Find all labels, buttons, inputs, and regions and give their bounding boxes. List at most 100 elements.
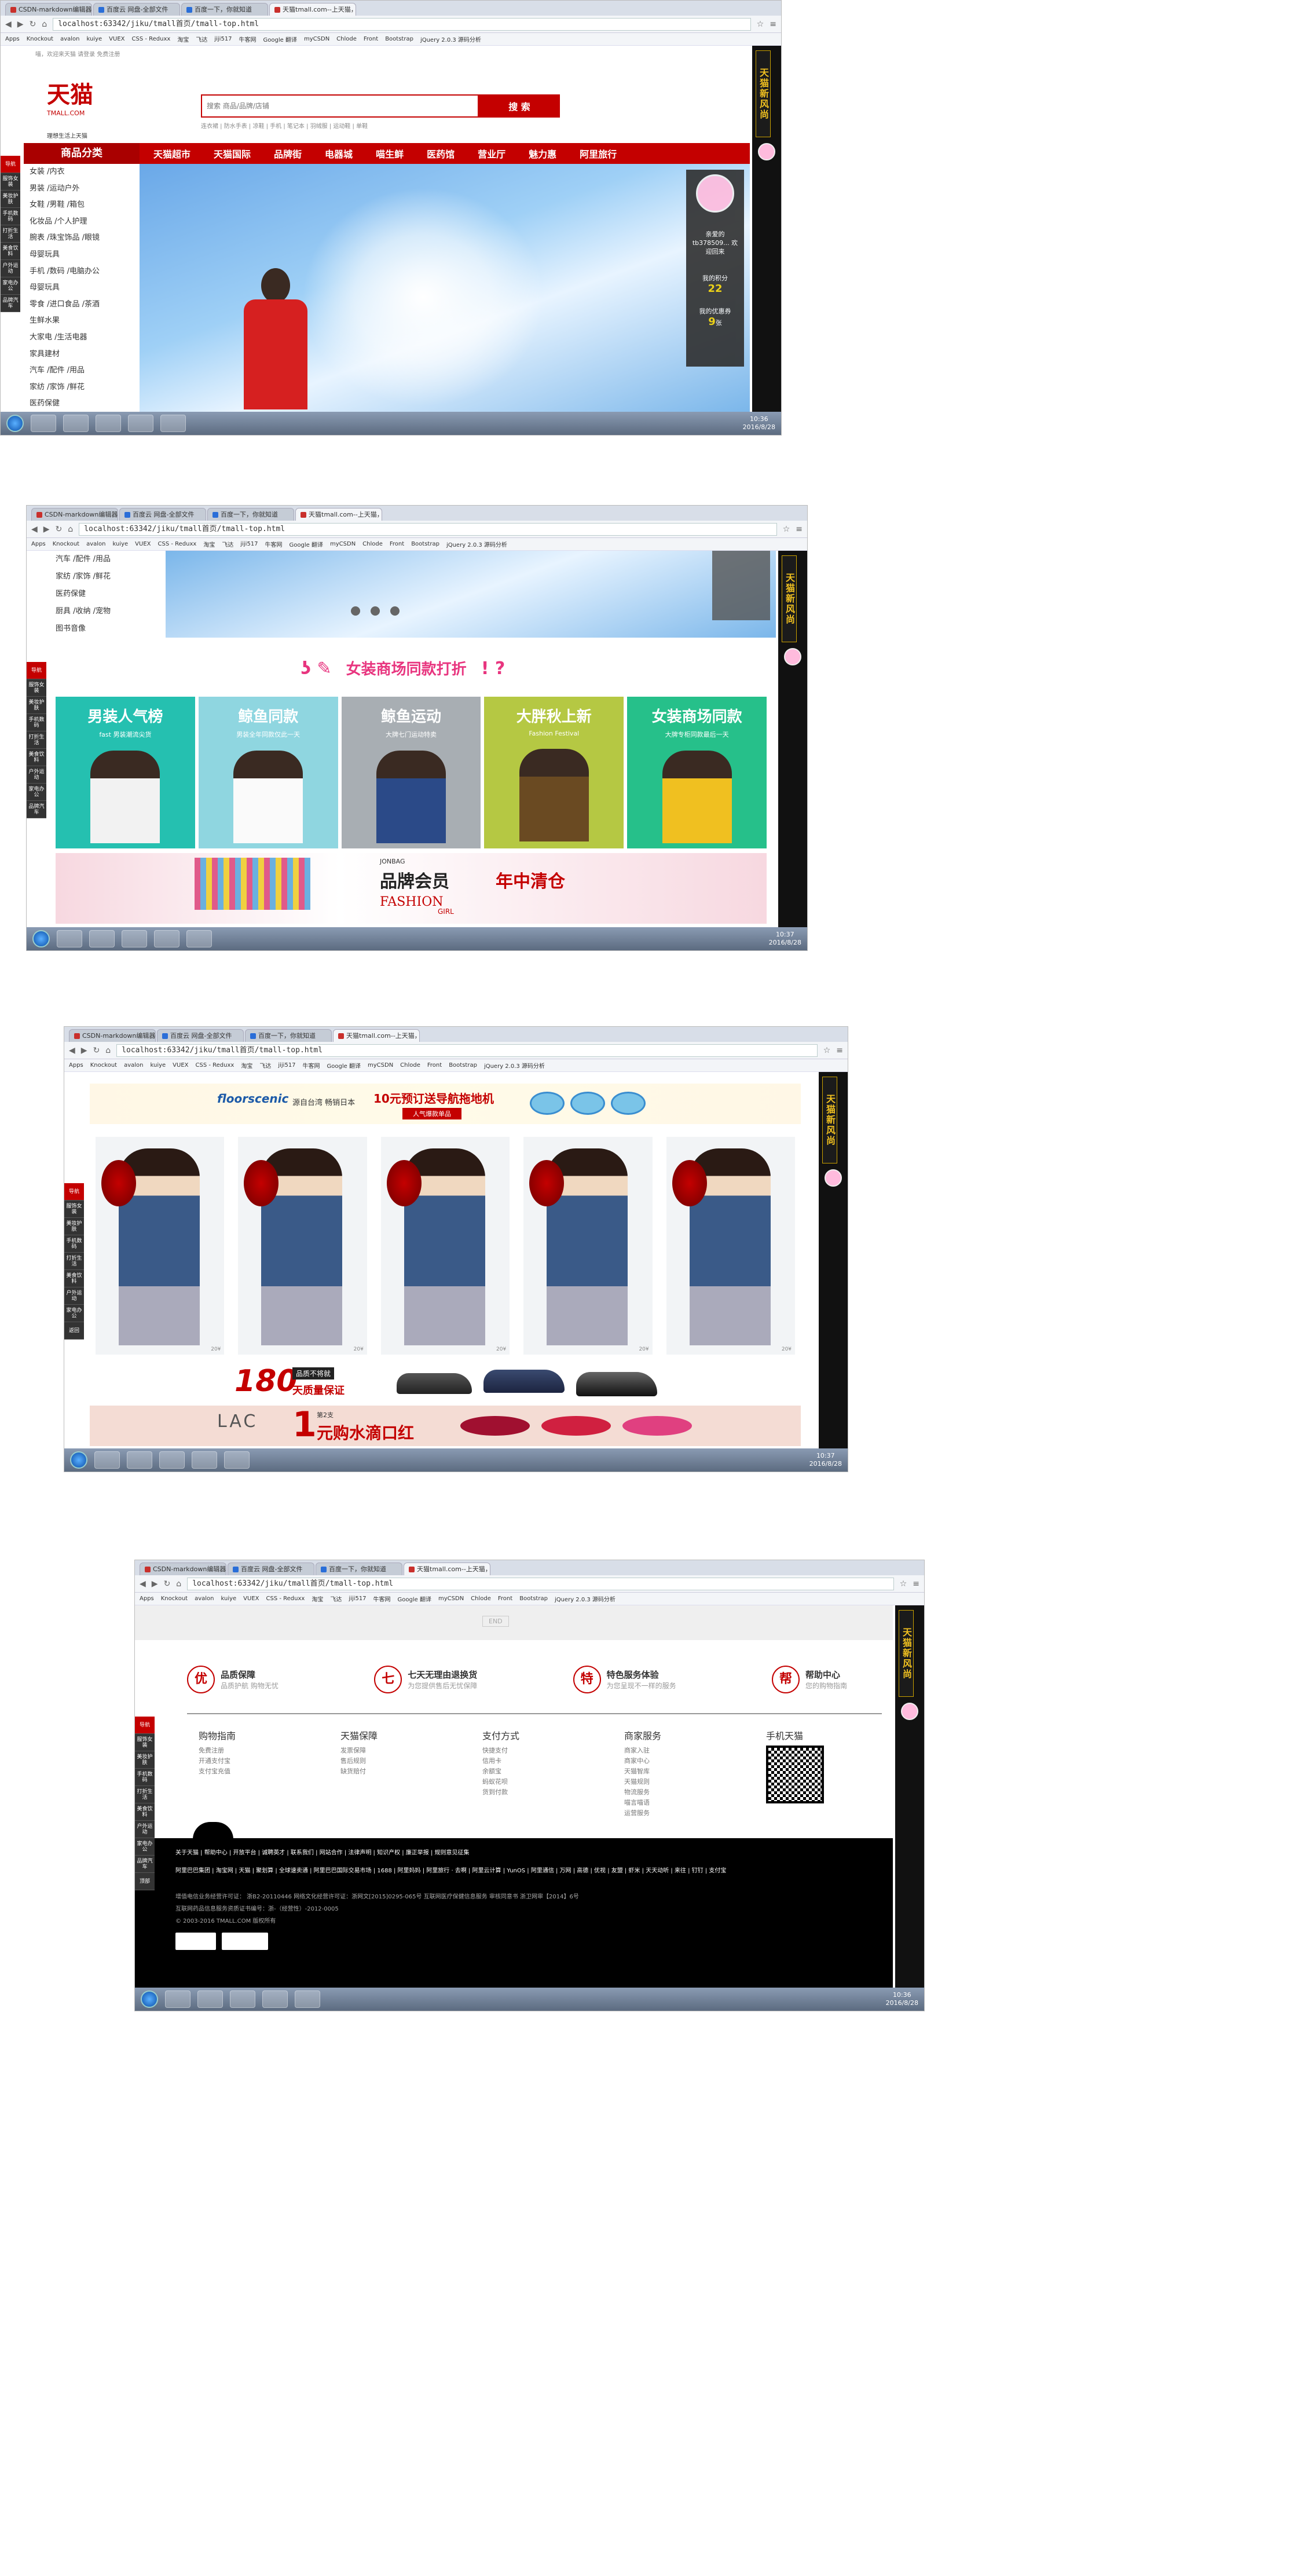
taskbar-app-icon[interactable]: [159, 1451, 185, 1469]
nav-link[interactable]: 天猫国际: [214, 147, 251, 160]
bookmark[interactable]: avalon: [195, 1596, 214, 1602]
category-item[interactable]: 汽车 /配件 /用品: [50, 551, 166, 568]
floor-nav-item[interactable]: 美妆护肤: [135, 1751, 155, 1769]
nav-link[interactable]: 营业厅: [478, 147, 505, 160]
category-item[interactable]: 化妆品 /个人护理: [24, 214, 140, 230]
taskbar-app-icon[interactable]: [96, 415, 121, 432]
bookmark[interactable]: Google 翻译: [290, 540, 323, 548]
bookmark[interactable]: Chlode: [362, 541, 383, 547]
taskbar-app-icon[interactable]: [224, 1451, 250, 1469]
floor-nav-item[interactable]: 导航: [135, 1717, 155, 1734]
back-icon[interactable]: ◀: [140, 1579, 146, 1589]
forward-icon[interactable]: ▶: [43, 525, 50, 534]
floor-nav-item[interactable]: 美食饮料: [135, 1803, 155, 1821]
browser-tab-active[interactable]: 天猫tmall.com--上天猫，: [404, 1563, 490, 1575]
taskbar-app-icon[interactable]: [192, 1451, 217, 1469]
floor-nav-item[interactable]: 户外运动: [27, 766, 46, 784]
product-card[interactable]: 20¥: [380, 1137, 510, 1355]
nav-link[interactable]: 品牌街: [274, 147, 302, 160]
footer-link[interactable]: 余额宝: [482, 1766, 572, 1777]
bookmark[interactable]: jiji517: [278, 1062, 295, 1069]
footer-link[interactable]: 商家入驻: [624, 1746, 714, 1756]
bookmark[interactable]: jQuery 2.0.3 源码分析: [484, 1061, 545, 1070]
back-icon[interactable]: ◀: [69, 1046, 75, 1055]
star-icon[interactable]: ☆: [823, 1046, 831, 1055]
bookmark[interactable]: VUEX: [109, 36, 124, 42]
browser-tab[interactable]: 百度云 网盘-全部文件: [157, 1029, 244, 1042]
floor-nav-item[interactable]: 户外运动: [135, 1821, 155, 1838]
nav-link[interactable]: 电器城: [325, 147, 353, 160]
menu-icon[interactable]: ≡: [913, 1579, 919, 1589]
bookmark[interactable]: Front: [390, 541, 404, 547]
category-item[interactable]: 图书音像: [50, 620, 166, 638]
reload-icon[interactable]: ↻: [30, 20, 36, 29]
nav-link[interactable]: 医药馆: [427, 147, 455, 160]
avatar[interactable]: [696, 174, 734, 213]
floor-nav-item[interactable]: 打折生活: [27, 731, 46, 749]
home-icon[interactable]: ⌂: [68, 525, 73, 534]
floor-nav-item[interactable]: 服饰女装: [1, 173, 20, 191]
nav-link[interactable]: 魅力惠: [529, 147, 556, 160]
promo-tag[interactable]: 天猫新风尚: [782, 555, 797, 642]
bookmark[interactable]: Bootstrap: [385, 36, 413, 42]
lipstick-banner[interactable]: LAC 1 第2支 元购水滴口红: [90, 1404, 801, 1446]
floor-nav-item[interactable]: 家电办公: [1, 277, 20, 295]
bookmark[interactable]: 牛客网: [303, 1061, 320, 1070]
bookmark[interactable]: CSS - Reduxx: [158, 541, 197, 547]
bookmark[interactable]: avalon: [124, 1062, 143, 1069]
bookmark[interactable]: jiji517: [214, 36, 232, 42]
promo-card[interactable]: 鲸鱼同款 男装全年同款仅此一天: [198, 697, 338, 848]
bookmark[interactable]: VUEX: [135, 541, 151, 547]
star-icon[interactable]: ☆: [783, 525, 790, 534]
taskbar-app-icon[interactable]: [154, 930, 179, 947]
floor-nav-item[interactable]: 打折生活: [1, 225, 20, 243]
bookmark[interactable]: 飞达: [330, 1594, 342, 1603]
taskbar-app-icon[interactable]: [165, 1990, 190, 2008]
browser-tab[interactable]: 百度一下，你就知道: [207, 508, 294, 521]
guarantee-item[interactable]: 帮 帮助中心 您的购物指南: [771, 1662, 847, 1697]
footer-link[interactable]: 售后规则: [340, 1756, 430, 1766]
floor-nav-item[interactable]: 导航: [1, 156, 20, 173]
star-icon[interactable]: ☆: [757, 20, 764, 29]
category-item[interactable]: 医药保健: [24, 396, 140, 412]
taskbar-app-icon[interactable]: [127, 1451, 152, 1469]
promo-card[interactable]: 大胖秋上新 Fashion Festival: [484, 697, 624, 848]
hero-banner-bottom[interactable]: [166, 551, 776, 638]
floor-nav-item[interactable]: 户外运动: [64, 1287, 84, 1305]
forward-icon[interactable]: ▶: [152, 1579, 158, 1589]
floor-nav-item[interactable]: 服饰女装: [64, 1201, 84, 1218]
floor-nav-item[interactable]: 美妆护肤: [64, 1218, 84, 1235]
floor-nav-item[interactable]: 打折生活: [64, 1253, 84, 1270]
start-button-icon[interactable]: [141, 1990, 158, 2008]
bookmark[interactable]: 飞达: [259, 1061, 271, 1070]
bookmark[interactable]: kuiye: [87, 36, 102, 42]
browser-tab-active[interactable]: 天猫tmall.com--上天猫，: [269, 3, 356, 16]
promo-tag[interactable]: 天猫新风尚: [899, 1610, 914, 1697]
url-input[interactable]: localhost:63342/jiku/tmall首页/tmall-top.h…: [187, 1577, 894, 1590]
trust-badge-icon[interactable]: [222, 1933, 268, 1950]
promo-card[interactable]: 男装人气榜 fast 男装潮流尖货: [56, 697, 195, 848]
bookmark[interactable]: CSS - Reduxx: [196, 1062, 235, 1069]
bookmark[interactable]: myCSDN: [330, 541, 356, 547]
home-icon[interactable]: ⌂: [105, 1046, 111, 1055]
logo[interactable]: 天猫 TMALL.COM 理想生活上天猫: [47, 76, 93, 140]
bookmark[interactable]: Apps: [69, 1062, 83, 1069]
footer-link[interactable]: 开通支付宝: [199, 1756, 288, 1766]
bookmark[interactable]: Chlode: [471, 1596, 491, 1602]
taskbar-app-icon[interactable]: [63, 415, 89, 432]
nav-link[interactable]: 阿里旅行: [580, 147, 617, 160]
bookmark[interactable]: 淘宝: [241, 1061, 252, 1070]
bookmark[interactable]: myCSDN: [368, 1062, 393, 1069]
browser-tab-active[interactable]: 天猫tmall.com--上天猫，: [333, 1029, 420, 1042]
floor-nav-item[interactable]: 美食饮料: [27, 749, 46, 766]
taskbar-app-icon[interactable]: [197, 1990, 223, 2008]
clock[interactable]: 10:37 2016/8/28: [769, 931, 801, 947]
footer-links-2[interactable]: 阿里巴巴集团 | 淘宝网 | 天猫 | 聚划算 | 全球速卖通 | 阿里巴巴国际…: [175, 1865, 852, 1874]
bookmark[interactable]: 淘宝: [312, 1594, 323, 1603]
floor-nav-item[interactable]: 顶部: [135, 1873, 155, 1890]
taskbar-app-icon[interactable]: [186, 930, 212, 947]
browser-tab[interactable]: 百度一下，你就知道: [316, 1563, 402, 1575]
browser-tab[interactable]: 百度云 网盘-全部文件: [93, 3, 180, 16]
floor-nav-item[interactable]: 品牌汽车: [135, 1856, 155, 1873]
category-item[interactable]: 女鞋 /男鞋 /箱包: [24, 197, 140, 214]
